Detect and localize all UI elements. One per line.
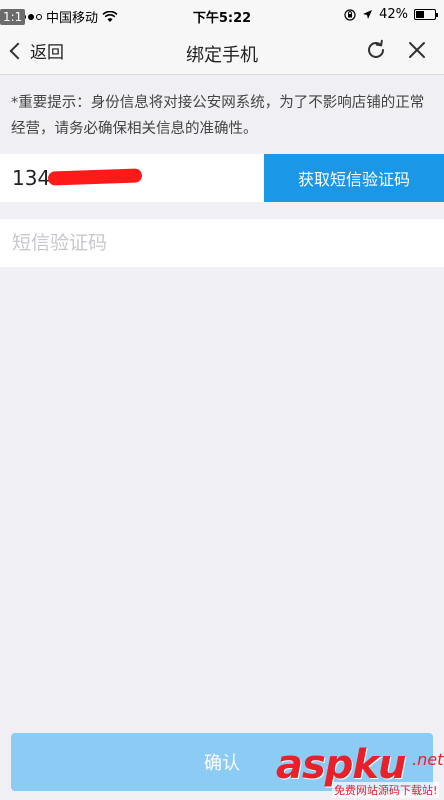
phone-number[interactable]: 134 (12, 166, 50, 190)
battery-fill (416, 11, 424, 18)
battery-icon (414, 9, 438, 20)
code-row (0, 219, 444, 267)
sms-code-input[interactable] (12, 229, 432, 257)
location-icon (363, 10, 373, 19)
battery-percent: 42% (379, 7, 408, 22)
confirm-button[interactable]: 确认 (11, 733, 433, 791)
get-sms-code-button[interactable]: 获取短信验证码 (264, 154, 444, 202)
refresh-icon[interactable] (364, 38, 388, 62)
status-bar: 中国移动 1:1 下午5:22 42% (0, 0, 444, 30)
lock-icon (344, 8, 356, 21)
nav-bar: 返回 绑定手机 (0, 30, 444, 75)
close-icon[interactable] (406, 39, 428, 61)
important-notice: *重要提示：身份信息将对接公安网系统，为了不影响店铺的正常经营，请务必确保相关信… (11, 95, 425, 137)
status-right: 42% (344, 7, 438, 22)
